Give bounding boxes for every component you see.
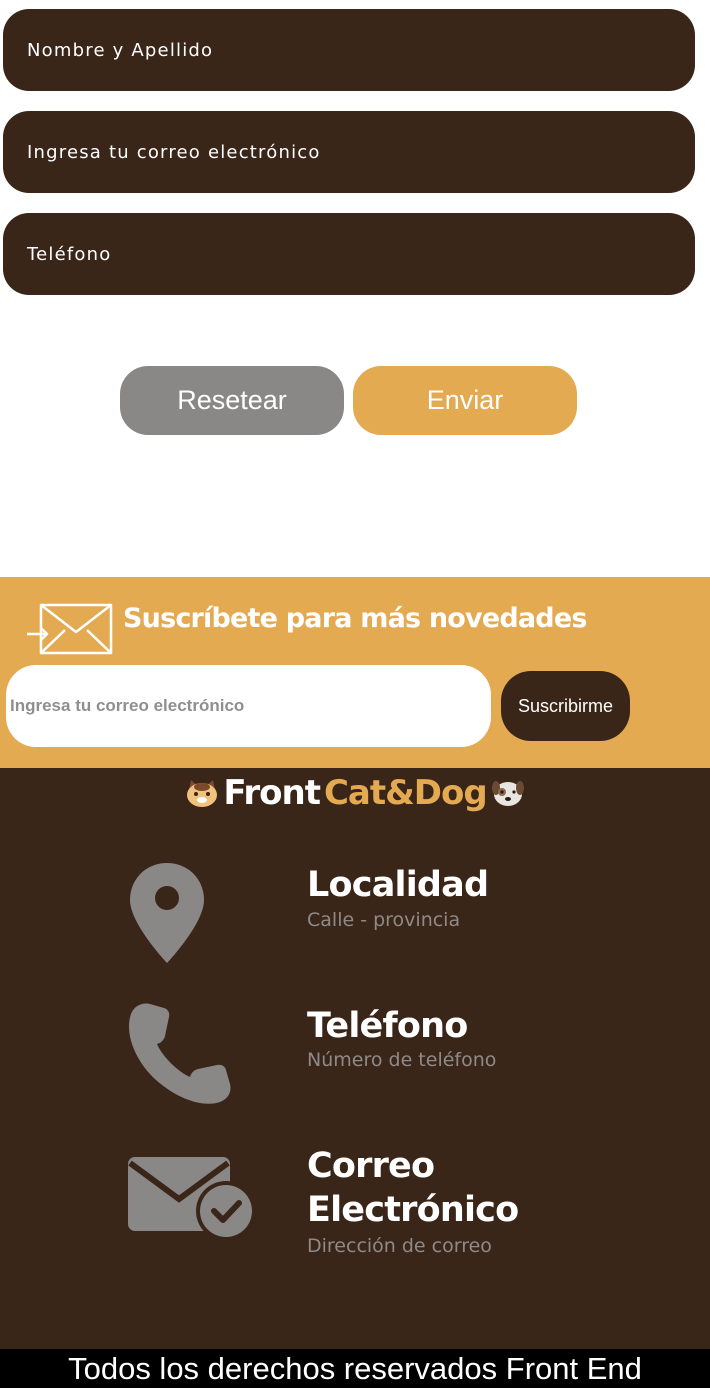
email-field-placeholder: Ingresa tu correo electrónico — [27, 141, 321, 163]
phone-title: Teléfono — [307, 1006, 468, 1046]
brand-logo: Front Cat&Dog — [0, 768, 710, 818]
dog-face-icon — [491, 781, 524, 806]
mail-title-line2: Electrónico — [307, 1190, 519, 1230]
subscribe-email-placeholder: Ingresa tu correo electrónico — [10, 696, 245, 715]
mail-check-icon — [128, 1157, 256, 1241]
phone-field-placeholder: Teléfono — [27, 243, 112, 265]
phone-field[interactable]: Teléfono — [3, 213, 695, 295]
mail-subtitle: Dirección de correo — [307, 1235, 492, 1257]
mail-title-line1: Correo — [307, 1146, 435, 1186]
brand-front-text: Front — [223, 773, 321, 813]
subscribe-section: Suscríbete para más novedades Ingresa tu… — [0, 577, 710, 768]
envelope-icon — [27, 603, 113, 655]
mail-title: Correo Electrónico — [307, 1144, 519, 1232]
name-field-placeholder: Nombre y Apellido — [27, 39, 214, 61]
send-button[interactable]: Enviar — [353, 366, 577, 435]
subscribe-button[interactable]: Suscribirme — [501, 671, 630, 741]
subscribe-title: Suscríbete para más novedades — [123, 603, 587, 634]
name-field[interactable]: Nombre y Apellido — [3, 9, 695, 91]
location-subtitle: Calle - provincia — [307, 909, 461, 931]
brand-catdog-text: Cat&Dog — [323, 773, 488, 813]
subscribe-email-input[interactable]: Ingresa tu correo electrónico — [6, 665, 491, 747]
phone-icon — [128, 1003, 231, 1104]
phone-subtitle: Número de teléfono — [307, 1049, 497, 1071]
email-field[interactable]: Ingresa tu correo electrónico — [3, 111, 695, 193]
location-pin-icon — [130, 863, 204, 963]
copyright-bar: Todos los derechos reservados Front End — [0, 1349, 710, 1388]
location-title: Localidad — [307, 865, 489, 905]
cat-face-icon — [187, 780, 218, 807]
reset-button[interactable]: Resetear — [120, 366, 344, 435]
footer: Front Cat&Dog Localidad Calle - provincia… — [0, 768, 710, 1349]
